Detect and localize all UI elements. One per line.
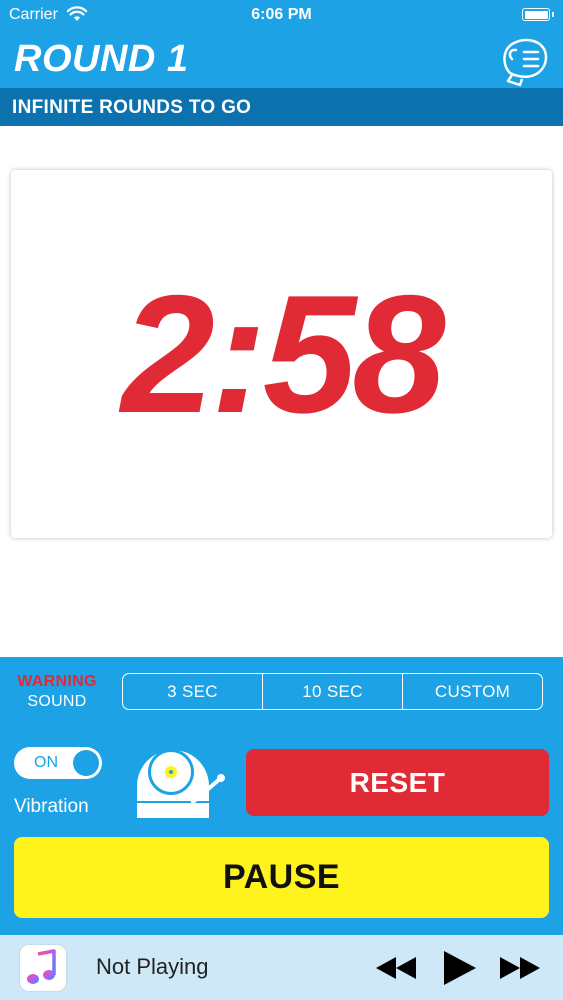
timer-display: 2:58 xyxy=(121,260,445,448)
toggle-knob xyxy=(73,750,99,776)
warning-sound-selector: 3 SEC 10 SEC CUSTOM xyxy=(122,673,543,710)
bell-icon[interactable] xyxy=(133,742,229,824)
timer-card: 2:58 xyxy=(11,170,552,538)
battery-icon xyxy=(522,8,554,21)
rewind-icon[interactable] xyxy=(374,949,418,987)
reset-button[interactable]: RESET xyxy=(246,749,549,816)
now-playing-label: Not Playing xyxy=(96,954,209,979)
pause-button[interactable]: PAUSE xyxy=(14,837,549,918)
warning-option-10-sec[interactable]: 10 SEC xyxy=(262,674,402,709)
fast-forward-icon[interactable] xyxy=(498,949,542,987)
warning-option-3-sec[interactable]: 3 SEC xyxy=(123,674,262,709)
round-title: ROUND 1 xyxy=(14,38,189,80)
vibration-label: Vibration xyxy=(14,796,89,817)
status-bar: Carrier 6:06 PM xyxy=(0,0,563,30)
play-icon[interactable] xyxy=(440,949,478,987)
warning-label: WARNING xyxy=(17,673,97,690)
sound-label: SOUND xyxy=(27,693,87,710)
vibration-toggle[interactable]: ON xyxy=(14,747,102,779)
rounds-remaining-bar: INFINITE ROUNDS TO GO xyxy=(0,88,563,126)
music-note-icon[interactable] xyxy=(20,945,66,991)
rounds-remaining-label: INFINITE ROUNDS TO GO xyxy=(12,97,252,118)
clock-time: 6:06 PM xyxy=(251,6,312,23)
warning-option-custom[interactable]: CUSTOM xyxy=(402,674,542,709)
glove-menu-icon[interactable] xyxy=(498,35,550,87)
app-header: ROUND 1 xyxy=(0,30,563,88)
vibration-toggle-label: ON xyxy=(34,754,58,771)
now-playing-bar: Not Playing xyxy=(0,935,563,1000)
